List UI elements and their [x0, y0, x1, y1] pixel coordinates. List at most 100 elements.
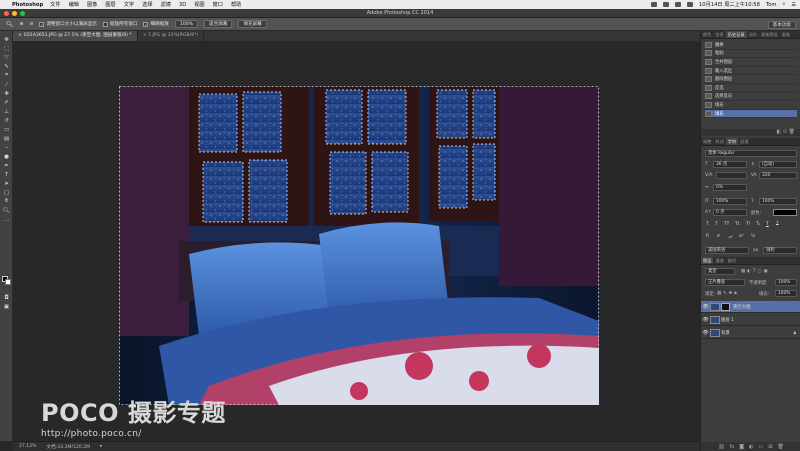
link-icon[interactable]: ⛓	[718, 444, 724, 450]
menu-file[interactable]: 文件	[50, 1, 60, 8]
menu-filter[interactable]: 滤镜	[161, 1, 171, 8]
fraction-icon[interactable]: ½	[751, 234, 755, 239]
font-size-field[interactable]: 36 点	[713, 161, 747, 168]
faux-bold-button[interactable]: T	[706, 222, 709, 227]
tab-actions[interactable]: 动作	[747, 31, 759, 38]
history-item[interactable]: 反选	[705, 84, 797, 93]
menu-help[interactable]: 帮助	[231, 1, 241, 8]
menu-3d[interactable]: 3D	[179, 2, 186, 8]
ordinal-icon[interactable]: aᵃ	[739, 234, 743, 239]
subscript-button[interactable]: T₁	[756, 222, 760, 227]
quick-mask-icon[interactable]: ◘	[0, 293, 13, 302]
fit-screen-button[interactable]: 适合屏幕	[204, 20, 233, 28]
new-snapshot-icon[interactable]: ◧	[777, 129, 782, 135]
history-brush-tool-icon[interactable]: ↺	[0, 116, 13, 125]
resize-windows-checkbox[interactable]: ✓ 调整窗口大小以满屏显示	[39, 21, 97, 27]
history-item[interactable]: 选择反向	[705, 93, 797, 102]
fill-screen-button[interactable]: 填充屏幕	[238, 20, 267, 28]
shape-tool-icon[interactable]: ▢	[0, 188, 13, 197]
font-family-select[interactable]: 黑体 Regular	[705, 150, 797, 157]
layer-row[interactable]: 👁︎ 夜空大图	[701, 301, 800, 313]
battery-icon[interactable]	[686, 2, 693, 7]
minimize-window-icon[interactable]	[12, 11, 17, 16]
tab-styles[interactable]: 样式	[713, 138, 725, 145]
extra-tools-icon[interactable]: …	[0, 215, 13, 224]
swash-icon[interactable]: 𝒜	[728, 234, 732, 240]
menu-edit[interactable]: 编辑	[69, 1, 79, 8]
all-caps-button[interactable]: TT	[724, 222, 729, 227]
kerning-field[interactable]	[716, 172, 747, 179]
clock[interactable]: 10月14日 周二上午10:58	[699, 1, 760, 8]
tab-history[interactable]: 历史记录	[725, 31, 747, 38]
move-tool-icon[interactable]: ✥	[0, 35, 13, 44]
menu-select[interactable]: 选择	[142, 1, 152, 8]
text-color-swatch[interactable]	[773, 209, 797, 216]
history-item-selected[interactable]: 填充	[705, 109, 797, 119]
app-menu[interactable]: Photoshop	[12, 2, 43, 8]
crop-tool-icon[interactable]: ⌗	[0, 71, 13, 80]
new-layer-icon[interactable]: ⊞	[768, 444, 772, 450]
history-item[interactable]: 填充	[705, 101, 797, 110]
layer-name[interactable]: 图层 1	[721, 317, 734, 323]
zoom-level[interactable]: 27.12%	[19, 444, 37, 449]
close-window-icon[interactable]	[4, 11, 9, 16]
path-select-tool-icon[interactable]: ➤	[0, 179, 13, 188]
antialias-select[interactable]: 锐利	[763, 247, 797, 254]
scrubby-zoom-checkbox[interactable]: ✓ 细微缩放	[143, 21, 169, 27]
leading-field[interactable]: (自动)	[759, 161, 797, 168]
lock-icon[interactable]: 🔒︎	[794, 330, 796, 336]
strikethrough-button[interactable]: T	[776, 222, 779, 227]
tab-layers[interactable]: 图层	[701, 257, 714, 264]
clone-stamp-tool-icon[interactable]: ⊥	[0, 107, 13, 116]
baseline-field[interactable]: 0 点	[713, 209, 747, 216]
history-item[interactable]: 粘贴	[705, 50, 797, 59]
wifi-icon[interactable]	[662, 2, 669, 7]
background-color-swatch[interactable]	[5, 279, 11, 285]
horizontal-scale-field[interactable]: 100%	[759, 198, 797, 205]
oldstyle-icon[interactable]: σ	[717, 234, 720, 239]
tab-character[interactable]: 字符	[725, 138, 739, 145]
menu-window[interactable]: 窗口	[213, 1, 223, 8]
trash-icon[interactable]: 🗑︎	[789, 129, 795, 135]
folder-icon[interactable]: ▭	[759, 444, 764, 450]
tab-brush[interactable]: 画笔	[780, 31, 792, 38]
adjustment-icon[interactable]: ◐	[749, 444, 753, 450]
layer-name[interactable]: 背景	[721, 330, 730, 336]
gradient-tool-icon[interactable]: ▤	[0, 134, 13, 143]
history-item[interactable]: 魔棒	[705, 41, 797, 50]
zoom-in-icon[interactable]: ⊕	[20, 22, 24, 27]
kerning-percent-field[interactable]: 0%	[713, 184, 747, 191]
document-size[interactable]: 文档:34.2M/120.2M	[47, 444, 91, 450]
blend-mode-select[interactable]: 正片叠底	[705, 279, 745, 286]
opacity-field[interactable]: 100%	[775, 279, 797, 286]
brush-tool-icon[interactable]: ✐	[0, 98, 13, 107]
volume-icon[interactable]	[674, 2, 681, 7]
healing-tool-icon[interactable]: ✚	[0, 89, 13, 98]
layer-row[interactable]: 👁︎ 图层 1	[701, 314, 800, 326]
quick-select-tool-icon[interactable]: ✎	[0, 62, 13, 71]
tab-paths[interactable]: 路径	[726, 257, 738, 264]
layer-mask-thumbnail[interactable]	[721, 302, 730, 311]
tab-info[interactable]: 信息	[713, 31, 725, 38]
type-tool-icon[interactable]: T	[0, 170, 13, 179]
fx-icon[interactable]: fx	[730, 444, 735, 450]
camera-icon[interactable]: ⊙	[783, 129, 787, 135]
canvas-area[interactable]: POCO 摄影专题 http://photo.poco.cn/	[13, 41, 700, 441]
faux-italic-button[interactable]: T	[715, 222, 718, 227]
pen-tool-icon[interactable]: ✒	[0, 161, 13, 170]
dodge-tool-icon[interactable]: ●	[0, 152, 13, 161]
menu-type[interactable]: 文字	[124, 1, 134, 8]
history-item[interactable]: 合并图层	[705, 58, 797, 67]
blur-tool-icon[interactable]: 💧︎	[0, 143, 13, 152]
zoom-window-icon[interactable]	[20, 11, 25, 16]
tab-paragraph[interactable]: 段落	[738, 138, 750, 145]
eyedropper-tool-icon[interactable]: ⁄	[0, 80, 13, 89]
vertical-scale-field[interactable]: 100%	[713, 198, 747, 205]
user-menu[interactable]: Tom	[766, 2, 777, 8]
ligature-icon[interactable]: fi	[706, 234, 709, 239]
zoom-tool-icon[interactable]: 🔍︎	[6, 21, 14, 28]
tab-document-1[interactable]: × 1D1A3051.JPG @ 27.1% (夜空大图, 图层蒙版/8) *	[13, 31, 138, 41]
language-select[interactable]: 美国英语	[705, 247, 749, 254]
eraser-tool-icon[interactable]: ▭	[0, 125, 13, 134]
add-mask-icon[interactable]: ◙	[739, 444, 744, 450]
